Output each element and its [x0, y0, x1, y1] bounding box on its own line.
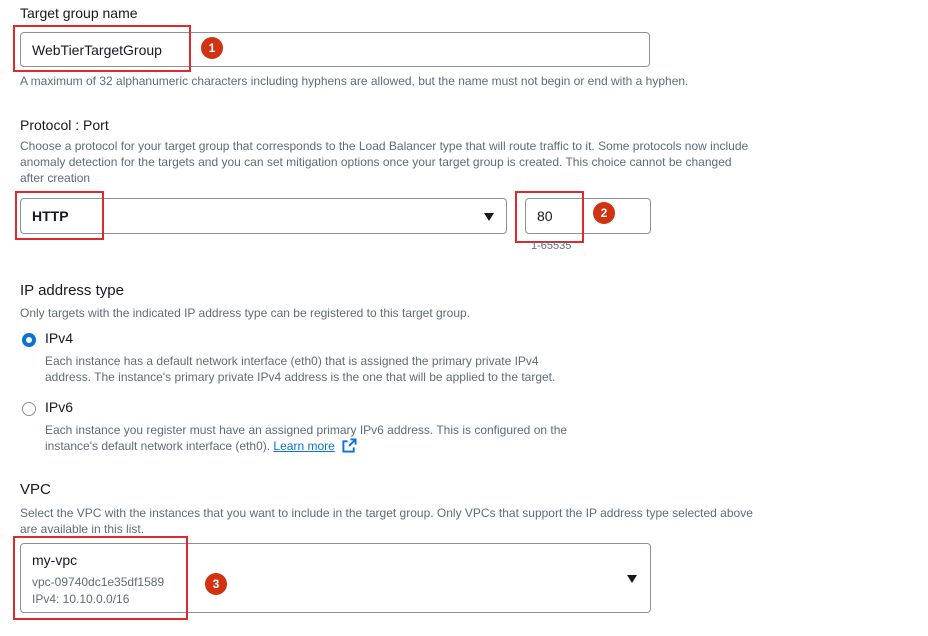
- port-input-value: 80: [537, 208, 553, 224]
- ipv6-option-description-text: instance's default network interface (et…: [45, 439, 271, 453]
- protocol-port-description-line: after creation: [20, 171, 91, 185]
- external-link-icon[interactable]: [342, 438, 357, 453]
- protocol-port-description-line: Choose a protocol for your target group …: [20, 139, 749, 153]
- vpc-selected-name: my-vpc: [32, 552, 78, 568]
- vpc-label: VPC: [20, 481, 51, 498]
- ipv6-option-description-line2: instance's default network interface (et…: [45, 438, 567, 454]
- ipv4-radio[interactable]: [22, 333, 36, 347]
- ipv4-option-label[interactable]: IPv4: [45, 330, 73, 346]
- step-badge-1: 1: [201, 37, 223, 59]
- port-input[interactable]: 80: [525, 198, 651, 234]
- ipv6-option-description: Each instance you register must have an …: [45, 422, 567, 454]
- step-badge-2: 2: [593, 202, 615, 224]
- vpc-description-line: Select the VPC with the instances that y…: [20, 506, 753, 520]
- target-group-name-value: WebTierTargetGroup: [32, 41, 162, 58]
- ipv6-option-description-line: Each instance you register must have an …: [45, 423, 568, 437]
- caret-down-icon: [627, 575, 637, 583]
- vpc-selected-cidr: IPv4: 10.10.0.0/16: [32, 592, 130, 606]
- ipv4-option-description: Each instance has a default network inte…: [45, 353, 555, 385]
- step-badge-3: 3: [205, 573, 227, 595]
- protocol-select[interactable]: HTTP: [20, 198, 507, 234]
- learn-more-link[interactable]: Learn more: [273, 439, 334, 453]
- protocol-port-description-line: anomaly detection for the targets and yo…: [20, 155, 732, 169]
- ip-address-type-label: IP address type: [20, 282, 124, 299]
- target-group-name-input[interactable]: WebTierTargetGroup: [20, 32, 650, 67]
- ipv4-option-description-line: address. The instance's primary private …: [45, 370, 556, 384]
- ipv6-option-label[interactable]: IPv6: [45, 399, 73, 415]
- vpc-selected-id: vpc-09740dc1e35df1589: [32, 575, 165, 589]
- vpc-description: Select the VPC with the instances that y…: [20, 505, 753, 537]
- caret-down-icon: [484, 213, 494, 221]
- target-group-name-hint: A maximum of 32 alphanumeric characters …: [20, 74, 689, 88]
- target-group-name-label: Target group name: [20, 5, 138, 21]
- protocol-select-value: HTTP: [32, 208, 69, 224]
- protocol-port-description: Choose a protocol for your target group …: [20, 138, 900, 186]
- vpc-select[interactable]: my-vpc vpc-09740dc1e35df1589 IPv4: 10.10…: [20, 543, 651, 613]
- vpc-description-line: are available in this list.: [20, 522, 145, 536]
- protocol-port-label: Protocol : Port: [20, 117, 109, 133]
- port-range-hint: 1-65535: [531, 240, 572, 252]
- ipv6-radio[interactable]: [22, 402, 36, 416]
- ipv4-option-description-line: Each instance has a default network inte…: [45, 354, 539, 368]
- ip-address-type-description: Only targets with the indicated IP addre…: [20, 306, 471, 320]
